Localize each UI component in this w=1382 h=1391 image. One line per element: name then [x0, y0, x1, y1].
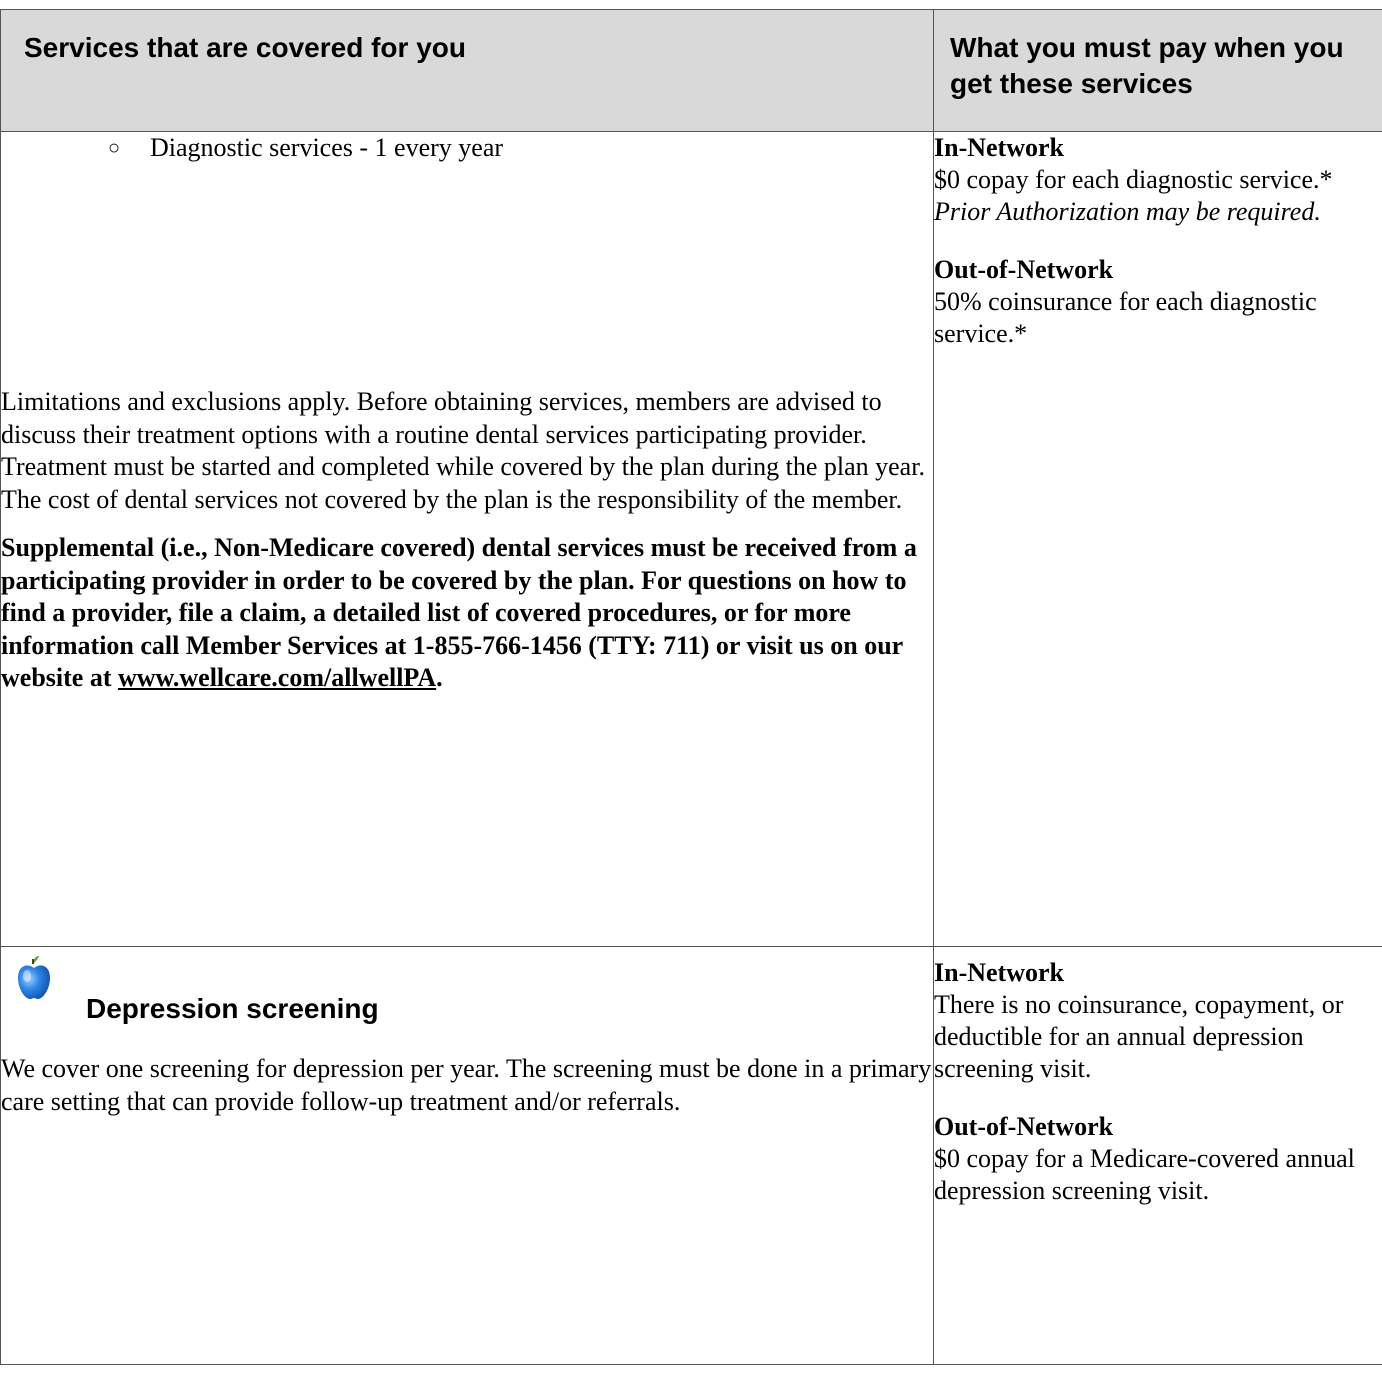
header-services-covered: Services that are covered for you — [0, 9, 934, 132]
prior-authorization-note: Prior Authorization may be required. — [934, 197, 1321, 226]
depression-screening-title: Depression screening — [86, 993, 379, 1024]
supplemental-paragraph: Supplemental (i.e., Non-Medicare covered… — [1, 532, 933, 695]
dental-cost-cell: In-Network $0 copay for each diagnostic … — [933, 131, 1382, 947]
in-network-cost: $0 copay for each diagnostic service.* — [934, 165, 1333, 194]
list-item-diagnostic: ○ Diagnostic services - 1 every year — [1, 132, 933, 164]
depression-services-cell: Depression screening We cover one screen… — [0, 946, 934, 1365]
depression-description: We cover one screening for depression pe… — [1, 1054, 932, 1116]
website-link[interactable]: www.wellcare.com/allwellPA — [118, 663, 436, 692]
out-of-network-cost: 50% coinsurance for each diagnostic serv… — [934, 287, 1317, 348]
depression-cost-cell: In-Network There is no coinsurance, copa… — [933, 946, 1382, 1365]
depression-heading: Depression screening — [1, 956, 933, 1053]
bullet-icon: ○ — [108, 137, 121, 159]
depression-out-of-network-cost: $0 copay for a Medicare-covered annual d… — [934, 1144, 1355, 1205]
out-of-network-title: Out-of-Network — [934, 255, 1114, 284]
table-row-depression: Depression screening We cover one screen… — [0, 946, 1382, 1365]
in-network-title: In-Network — [934, 133, 1064, 162]
apple-icon — [18, 956, 50, 999]
website-suffix: . — [436, 663, 443, 692]
depression-in-network-cost: There is no coinsurance, copayment, or d… — [934, 990, 1344, 1083]
header-what-you-pay: What you must pay when you get these ser… — [933, 9, 1382, 132]
benefits-table: Services that are covered for you What y… — [0, 9, 1382, 1365]
depression-out-of-network-title: Out-of-Network — [934, 1112, 1114, 1141]
diagnostic-services-text: Diagnostic services - 1 every year — [150, 133, 504, 162]
dental-services-cell: ○ Diagnostic services - 1 every year Lim… — [0, 131, 934, 947]
table-header-row: Services that are covered for you What y… — [0, 9, 1382, 132]
depression-in-network-title: In-Network — [934, 958, 1064, 987]
table-row-dental: ○ Diagnostic services - 1 every year Lim… — [0, 131, 1382, 947]
limitations-paragraph: Limitations and exclusions apply. Before… — [1, 387, 925, 514]
document-page: Services that are covered for you What y… — [0, 0, 1382, 1391]
